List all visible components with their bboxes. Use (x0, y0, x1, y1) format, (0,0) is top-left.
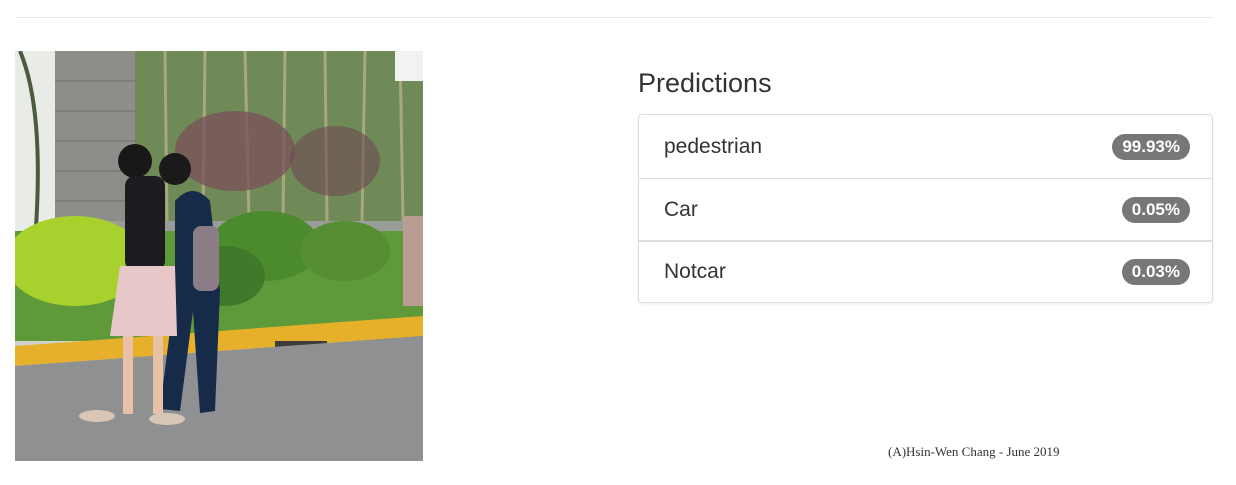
confidence-badge: 0.03% (1121, 259, 1190, 285)
input-photo (15, 51, 423, 461)
prediction-label: Car (664, 197, 698, 221)
list-item: Car 0.05% (639, 178, 1212, 240)
confidence-badge: 0.05% (1121, 196, 1190, 223)
top-divider (15, 17, 1213, 18)
prediction-label: pedestrian (664, 134, 763, 158)
confidence-badge: 99.93% (1112, 133, 1190, 160)
prediction-label: Notcar (664, 260, 726, 283)
list-item: pedestrian 99.93% (639, 115, 1212, 178)
footer-credit: (A)Hsin-Wen Chang - June 2019 (888, 444, 1060, 459)
list-item: Notcar 0.03% (639, 240, 1212, 302)
predictions-title: Predictions (638, 68, 772, 98)
predictions-list: pedestrian 99.93% Car 0.05% Notcar 0.03% (638, 114, 1213, 303)
